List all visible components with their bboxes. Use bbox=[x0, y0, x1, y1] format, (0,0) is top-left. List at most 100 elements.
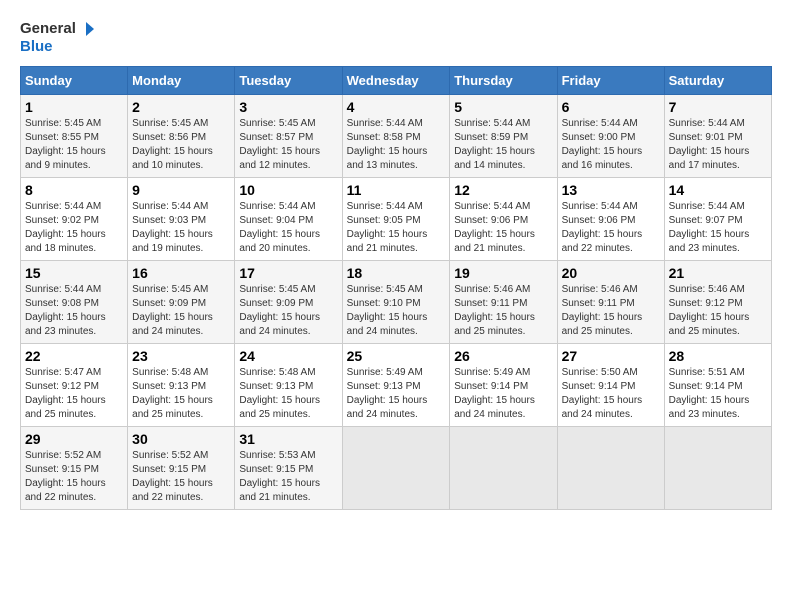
calendar-cell: 26 Sunrise: 5:49 AMSunset: 9:14 PMDayligh… bbox=[450, 344, 557, 427]
day-number: 29 bbox=[25, 431, 123, 447]
day-info: Sunrise: 5:44 AMSunset: 9:04 PMDaylight:… bbox=[239, 200, 337, 256]
calendar-cell: 15Sunrise: 5:44 AMSunset: 9:08 PMDayligh… bbox=[21, 261, 128, 344]
calendar-cell: 25Sunrise: 5:49 AMSunset: 9:13 PMDayligh… bbox=[342, 344, 450, 427]
day-number: 19 bbox=[454, 265, 552, 281]
day-number: 22 bbox=[25, 348, 123, 364]
day-number: 9 bbox=[132, 182, 230, 198]
day-number: 12 bbox=[454, 182, 552, 198]
calendar-cell bbox=[557, 427, 664, 510]
day-info: Sunrise: 5:46 AMSunset: 9:12 PMDaylight:… bbox=[669, 283, 767, 339]
calendar-cell: 28 Sunrise: 5:51 AMSunset: 9:14 PMDayligh… bbox=[664, 344, 771, 427]
day-info: Sunrise: 5:47 AMSunset: 9:12 PMDaylight:… bbox=[25, 366, 123, 422]
calendar-week-row: 8Sunrise: 5:44 AMSunset: 9:02 PMDaylight… bbox=[21, 178, 772, 261]
calendar-cell: 20 Sunrise: 5:46 AMSunset: 9:11 PMDayligh… bbox=[557, 261, 664, 344]
logo: General Blue bbox=[20, 20, 94, 56]
day-number: 6 bbox=[562, 99, 660, 115]
calendar-header-row: SundayMondayTuesdayWednesdayThursdayFrid… bbox=[21, 67, 772, 95]
calendar-cell: 19Sunrise: 5:46 AMSunset: 9:11 PMDayligh… bbox=[450, 261, 557, 344]
calendar-cell: 31Sunrise: 5:53 AMSunset: 9:15 PMDayligh… bbox=[235, 427, 342, 510]
calendar-cell: 13 Sunrise: 5:44 AMSunset: 9:06 PMDayligh… bbox=[557, 178, 664, 261]
day-info: Sunrise: 5:44 AMSunset: 9:08 PMDaylight:… bbox=[25, 283, 123, 339]
calendar-cell: 24 Sunrise: 5:48 AMSunset: 9:13 PMDayligh… bbox=[235, 344, 342, 427]
day-info: Sunrise: 5:44 AMSunset: 8:59 PMDaylight:… bbox=[454, 117, 552, 173]
calendar-cell: 10 Sunrise: 5:44 AMSunset: 9:04 PMDayligh… bbox=[235, 178, 342, 261]
calendar-cell: 7 Sunrise: 5:44 AMSunset: 9:01 PMDaylight… bbox=[664, 95, 771, 178]
column-header-sunday: Sunday bbox=[21, 67, 128, 95]
day-info: Sunrise: 5:45 AMSunset: 9:10 PMDaylight:… bbox=[347, 283, 446, 339]
calendar-week-row: 15Sunrise: 5:44 AMSunset: 9:08 PMDayligh… bbox=[21, 261, 772, 344]
calendar-cell: 29Sunrise: 5:52 AMSunset: 9:15 PMDayligh… bbox=[21, 427, 128, 510]
calendar-cell: 8Sunrise: 5:44 AMSunset: 9:02 PMDaylight… bbox=[21, 178, 128, 261]
day-number: 24 bbox=[239, 348, 337, 364]
day-info: Sunrise: 5:44 AMSunset: 9:06 PMDaylight:… bbox=[454, 200, 552, 256]
calendar-cell: 4 Sunrise: 5:44 AMSunset: 8:58 PMDaylight… bbox=[342, 95, 450, 178]
day-info: Sunrise: 5:44 AMSunset: 9:03 PMDaylight:… bbox=[132, 200, 230, 256]
day-number: 30 bbox=[132, 431, 230, 447]
day-info: Sunrise: 5:44 AMSunset: 9:01 PMDaylight:… bbox=[669, 117, 767, 173]
calendar-cell: 3 Sunrise: 5:45 AMSunset: 8:57 PMDaylight… bbox=[235, 95, 342, 178]
day-number: 13 bbox=[562, 182, 660, 198]
column-header-tuesday: Tuesday bbox=[235, 67, 342, 95]
day-number: 8 bbox=[25, 182, 123, 198]
column-header-monday: Monday bbox=[128, 67, 235, 95]
calendar-cell: 23 Sunrise: 5:48 AMSunset: 9:13 PMDayligh… bbox=[128, 344, 235, 427]
page-header: General Blue bbox=[20, 20, 772, 56]
day-number: 14 bbox=[669, 182, 767, 198]
day-info: Sunrise: 5:44 AMSunset: 9:07 PMDaylight:… bbox=[669, 200, 767, 256]
day-info: Sunrise: 5:44 AMSunset: 9:05 PMDaylight:… bbox=[347, 200, 446, 256]
day-number: 4 bbox=[347, 99, 446, 115]
calendar-cell: 27Sunrise: 5:50 AMSunset: 9:14 PMDayligh… bbox=[557, 344, 664, 427]
calendar-cell: 11Sunrise: 5:44 AMSunset: 9:05 PMDayligh… bbox=[342, 178, 450, 261]
calendar-cell: 17Sunrise: 5:45 AMSunset: 9:09 PMDayligh… bbox=[235, 261, 342, 344]
day-info: Sunrise: 5:51 AMSunset: 9:14 PMDaylight:… bbox=[669, 366, 767, 422]
day-info: Sunrise: 5:45 AMSunset: 8:56 PMDaylight:… bbox=[132, 117, 230, 173]
day-info: Sunrise: 5:50 AMSunset: 9:14 PMDaylight:… bbox=[562, 366, 660, 422]
calendar-week-row: 22 Sunrise: 5:47 AMSunset: 9:12 PMDayligh… bbox=[21, 344, 772, 427]
calendar-cell bbox=[664, 427, 771, 510]
day-number: 16 bbox=[132, 265, 230, 281]
day-info: Sunrise: 5:49 AMSunset: 9:14 PMDaylight:… bbox=[454, 366, 552, 422]
day-number: 7 bbox=[669, 99, 767, 115]
day-number: 5 bbox=[454, 99, 552, 115]
calendar-cell: 16 Sunrise: 5:45 AMSunset: 9:09 PMDayligh… bbox=[128, 261, 235, 344]
day-info: Sunrise: 5:45 AMSunset: 9:09 PMDaylight:… bbox=[132, 283, 230, 339]
column-header-wednesday: Wednesday bbox=[342, 67, 450, 95]
day-info: Sunrise: 5:44 AMSunset: 9:00 PMDaylight:… bbox=[562, 117, 660, 173]
column-header-friday: Friday bbox=[557, 67, 664, 95]
day-info: Sunrise: 5:49 AMSunset: 9:13 PMDaylight:… bbox=[347, 366, 446, 422]
calendar-body: 1Sunrise: 5:45 AMSunset: 8:55 PMDaylight… bbox=[21, 95, 772, 510]
day-number: 31 bbox=[239, 431, 337, 447]
day-number: 17 bbox=[239, 265, 337, 281]
calendar-cell: 18 Sunrise: 5:45 AMSunset: 9:10 PMDayligh… bbox=[342, 261, 450, 344]
day-number: 23 bbox=[132, 348, 230, 364]
day-number: 2 bbox=[132, 99, 230, 115]
calendar-week-row: 1Sunrise: 5:45 AMSunset: 8:55 PMDaylight… bbox=[21, 95, 772, 178]
day-number: 26 bbox=[454, 348, 552, 364]
calendar-cell: 6 Sunrise: 5:44 AMSunset: 9:00 PMDaylight… bbox=[557, 95, 664, 178]
calendar-cell bbox=[342, 427, 450, 510]
calendar-cell: 21 Sunrise: 5:46 AMSunset: 9:12 PMDayligh… bbox=[664, 261, 771, 344]
calendar-cell: 5 Sunrise: 5:44 AMSunset: 8:59 PMDaylight… bbox=[450, 95, 557, 178]
day-info: Sunrise: 5:44 AMSunset: 9:06 PMDaylight:… bbox=[562, 200, 660, 256]
column-header-saturday: Saturday bbox=[664, 67, 771, 95]
calendar-table: SundayMondayTuesdayWednesdayThursdayFrid… bbox=[20, 66, 772, 510]
day-number: 21 bbox=[669, 265, 767, 281]
day-info: Sunrise: 5:46 AMSunset: 9:11 PMDaylight:… bbox=[562, 283, 660, 339]
day-info: Sunrise: 5:44 AMSunset: 8:58 PMDaylight:… bbox=[347, 117, 446, 173]
day-number: 18 bbox=[347, 265, 446, 281]
day-number: 28 bbox=[669, 348, 767, 364]
calendar-cell: 2 Sunrise: 5:45 AMSunset: 8:56 PMDaylight… bbox=[128, 95, 235, 178]
column-header-thursday: Thursday bbox=[450, 67, 557, 95]
calendar-cell: 22 Sunrise: 5:47 AMSunset: 9:12 PMDayligh… bbox=[21, 344, 128, 427]
day-number: 1 bbox=[25, 99, 123, 115]
day-number: 20 bbox=[562, 265, 660, 281]
calendar-cell bbox=[450, 427, 557, 510]
day-number: 3 bbox=[239, 99, 337, 115]
logo-text: General Blue bbox=[20, 20, 94, 56]
day-info: Sunrise: 5:48 AMSunset: 9:13 PMDaylight:… bbox=[239, 366, 337, 422]
calendar-cell: 30Sunrise: 5:52 AMSunset: 9:15 PMDayligh… bbox=[128, 427, 235, 510]
calendar-week-row: 29Sunrise: 5:52 AMSunset: 9:15 PMDayligh… bbox=[21, 427, 772, 510]
day-info: Sunrise: 5:48 AMSunset: 9:13 PMDaylight:… bbox=[132, 366, 230, 422]
day-number: 10 bbox=[239, 182, 337, 198]
day-info: Sunrise: 5:45 AMSunset: 8:57 PMDaylight:… bbox=[239, 117, 337, 173]
